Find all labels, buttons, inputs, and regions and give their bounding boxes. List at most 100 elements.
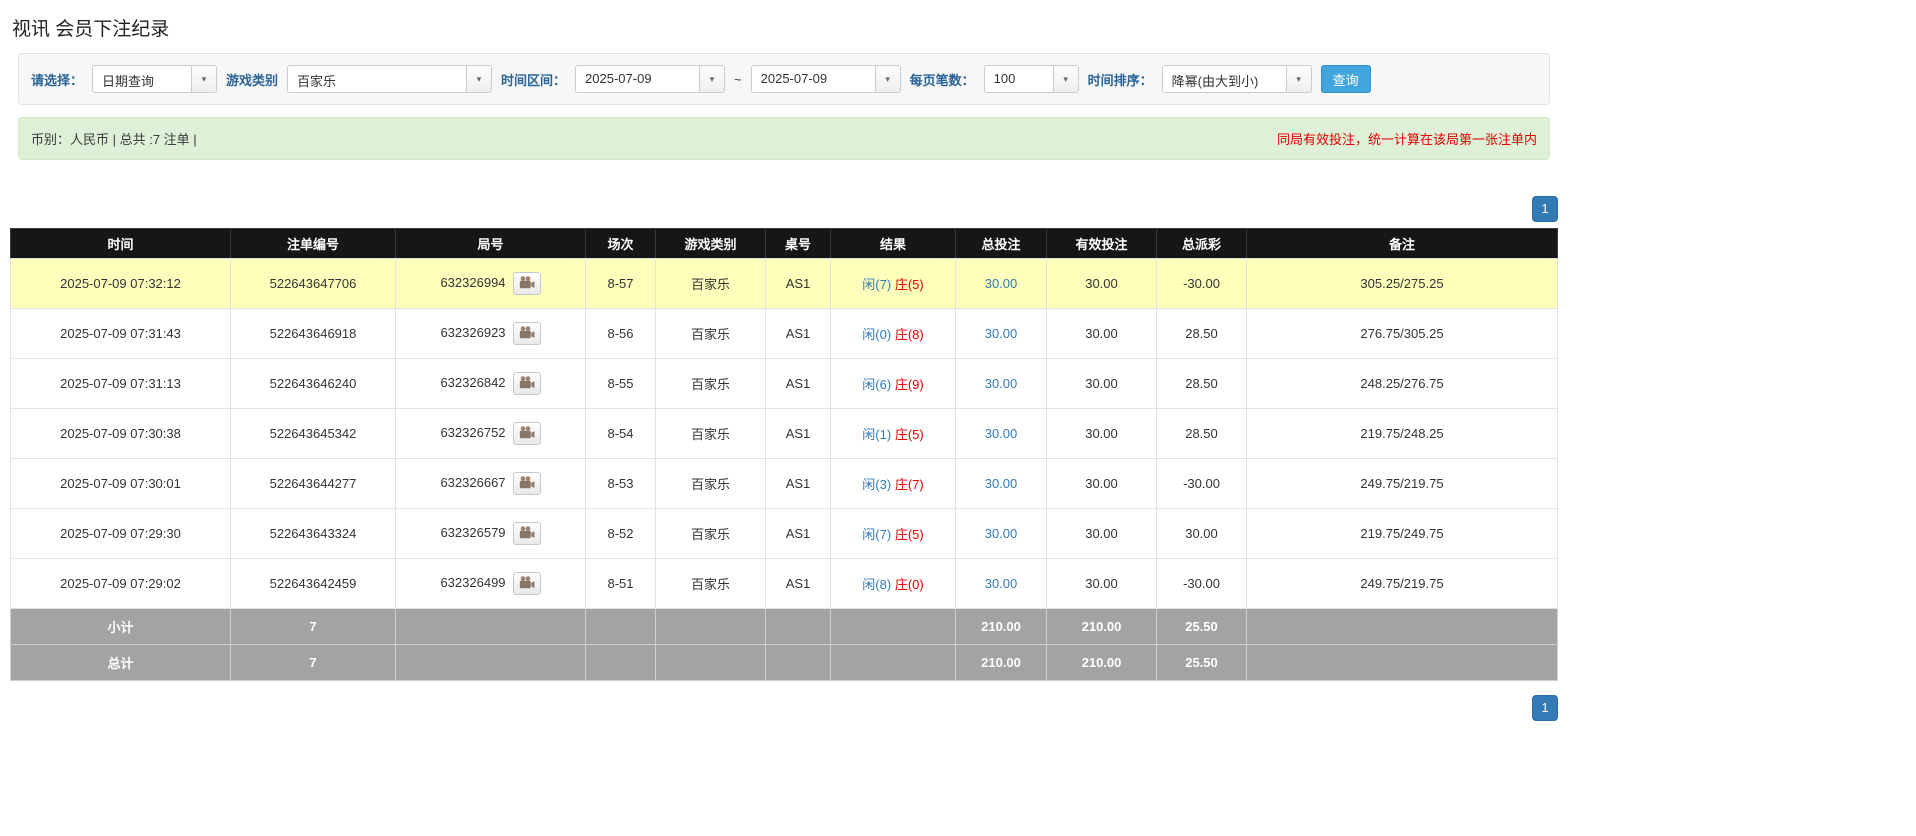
cell-table-number: AS1	[765, 558, 831, 609]
cell-note: 248.25/276.75	[1246, 358, 1558, 409]
result-player: 闲(8)	[862, 577, 892, 592]
grand-total-empty-cell	[1246, 644, 1558, 681]
grand-total-valid-bet: 210.00	[1046, 644, 1157, 681]
round-number-text: 632326842	[440, 374, 506, 390]
column-header-6: 结果	[830, 228, 956, 259]
round-number-text: 632326752	[440, 424, 506, 440]
video-replay-button[interactable]	[512, 472, 541, 495]
page-title: 视讯 会员下注纪录	[12, 19, 170, 40]
query-type-select[interactable]: 日期查询 ▾	[92, 65, 218, 93]
cell-bet-number: 522643646240	[230, 358, 396, 409]
game-type-select[interactable]: 百家乐 ▾	[287, 65, 493, 93]
subtotal-empty-cell	[395, 608, 586, 645]
cell-total-bet: 30.00	[955, 308, 1047, 359]
page-button-1[interactable]: 1	[1532, 695, 1558, 721]
cell-result: 闲(0) 庄(8)	[830, 308, 956, 359]
summary-bar: 币别：人民币 | 总共 :7 注单 | 同局有效投注，统一计算在该局第一张注单内	[18, 117, 1550, 160]
cell-time: 2025-07-09 07:29:30	[10, 508, 231, 559]
result-player: 闲(7)	[862, 527, 892, 542]
total-bet-link[interactable]: 30.00	[985, 426, 1018, 441]
video-camera-icon	[519, 475, 535, 492]
cell-valid-bet: 30.00	[1046, 558, 1157, 609]
subtotal-empty-cell	[765, 608, 831, 645]
video-replay-button[interactable]	[512, 572, 541, 595]
video-replay-button[interactable]	[512, 422, 541, 445]
page-button-1[interactable]: 1	[1532, 196, 1558, 222]
grand-total-empty-cell	[585, 644, 656, 681]
total-bet-link[interactable]: 30.00	[985, 276, 1018, 291]
column-header-10: 备注	[1246, 228, 1558, 259]
cell-valid-bet: 30.00	[1046, 508, 1157, 559]
result-banker: 庄(5)	[894, 277, 924, 292]
cell-session: 8-56	[585, 308, 656, 359]
cell-payout: 28.50	[1156, 408, 1247, 459]
search-button[interactable]: 查询	[1320, 65, 1371, 93]
cell-total-bet: 30.00	[955, 508, 1047, 559]
video-replay-button[interactable]	[512, 522, 541, 545]
cell-round-number: 632326923	[395, 308, 586, 359]
sort-order-select[interactable]: 降幂(由大到小) ▾	[1161, 65, 1312, 93]
cell-time: 2025-07-09 07:30:38	[10, 408, 231, 459]
game-type-label: 游戏类别	[226, 72, 279, 88]
subtotal-empty-cell	[655, 608, 766, 645]
subtotal-valid-bet: 210.00	[1046, 608, 1157, 645]
per-page-select[interactable]: 100 ▾	[983, 65, 1079, 93]
date-from-value: 2025-07-09	[585, 71, 652, 86]
chevron-down-icon[interactable]: ▾	[466, 66, 492, 92]
chevron-down-icon[interactable]: ▾	[191, 66, 217, 92]
cell-payout: -30.00	[1156, 558, 1247, 609]
total-bet-link[interactable]: 30.00	[985, 376, 1018, 391]
video-replay-button[interactable]	[512, 272, 541, 295]
video-camera-icon	[519, 375, 535, 392]
cell-bet-number: 522643643324	[230, 508, 396, 559]
subtotal-count: 7	[230, 608, 396, 645]
total-bet-link[interactable]: 30.00	[985, 526, 1018, 541]
chevron-down-icon[interactable]: ▾	[1285, 66, 1311, 92]
cell-bet-number: 522643644277	[230, 458, 396, 509]
cell-result: 闲(3) 庄(7)	[830, 458, 956, 509]
grand-total-empty-cell	[765, 644, 831, 681]
cell-game-type: 百家乐	[655, 408, 766, 459]
cell-time: 2025-07-09 07:31:13	[10, 358, 231, 409]
cell-note: 276.75/305.25	[1246, 308, 1558, 359]
column-header-3: 场次	[585, 228, 656, 259]
cell-result: 闲(7) 庄(5)	[830, 258, 956, 309]
column-header-8: 有效投注	[1046, 228, 1157, 259]
result-banker: 庄(5)	[894, 427, 924, 442]
cell-table-number: AS1	[765, 308, 831, 359]
chevron-down-icon[interactable]: ▾	[874, 66, 900, 92]
round-number-text: 632326923	[440, 324, 506, 340]
subtotal-row: 小计 7 210.00 210.00 25.50	[10, 608, 1558, 645]
video-replay-button[interactable]	[512, 372, 541, 395]
total-bet-link[interactable]: 30.00	[985, 576, 1018, 591]
cell-payout: -30.00	[1156, 258, 1247, 309]
total-bet-link[interactable]: 30.00	[985, 476, 1018, 491]
column-header-7: 总投注	[955, 228, 1047, 259]
cell-total-bet: 30.00	[955, 358, 1047, 409]
time-range-label: 时间区间：	[501, 72, 567, 88]
date-from-picker[interactable]: 2025-07-09 ▾	[575, 65, 726, 93]
total-bet-link[interactable]: 30.00	[985, 326, 1018, 341]
chevron-down-icon[interactable]: ▾	[699, 66, 725, 92]
table-row: 2025-07-09 07:31:13 522643646240 632326842…	[10, 358, 1558, 409]
result-banker: 庄(7)	[894, 477, 924, 492]
currency-summary-text: 币别：人民币 | 总共 :7 注单 |	[31, 132, 197, 147]
result-banker: 庄(8)	[894, 327, 924, 342]
query-type-value: 日期查询	[102, 74, 155, 89]
cell-game-type: 百家乐	[655, 508, 766, 559]
cell-time: 2025-07-09 07:31:43	[10, 308, 231, 359]
table-header-row: 时间 注单编号 局号 场次 游戏类别 桌号 结果 总投注 有效投注 总派彩 备注	[10, 228, 1558, 259]
column-header-5: 桌号	[765, 228, 831, 259]
result-banker: 庄(5)	[894, 527, 924, 542]
date-to-picker[interactable]: 2025-07-09 ▾	[750, 65, 901, 93]
subtotal-empty-cell	[1246, 608, 1558, 645]
cell-game-type: 百家乐	[655, 358, 766, 409]
grand-total-empty-cell	[655, 644, 766, 681]
video-camera-icon	[519, 525, 535, 542]
video-replay-button[interactable]	[512, 322, 541, 345]
cell-table-number: AS1	[765, 258, 831, 309]
chevron-down-icon[interactable]: ▾	[1052, 66, 1078, 92]
cell-bet-number: 522643642459	[230, 558, 396, 609]
result-player: 闲(1)	[862, 427, 892, 442]
table-row: 2025-07-09 07:30:38 522643645342 632326752…	[10, 408, 1558, 459]
